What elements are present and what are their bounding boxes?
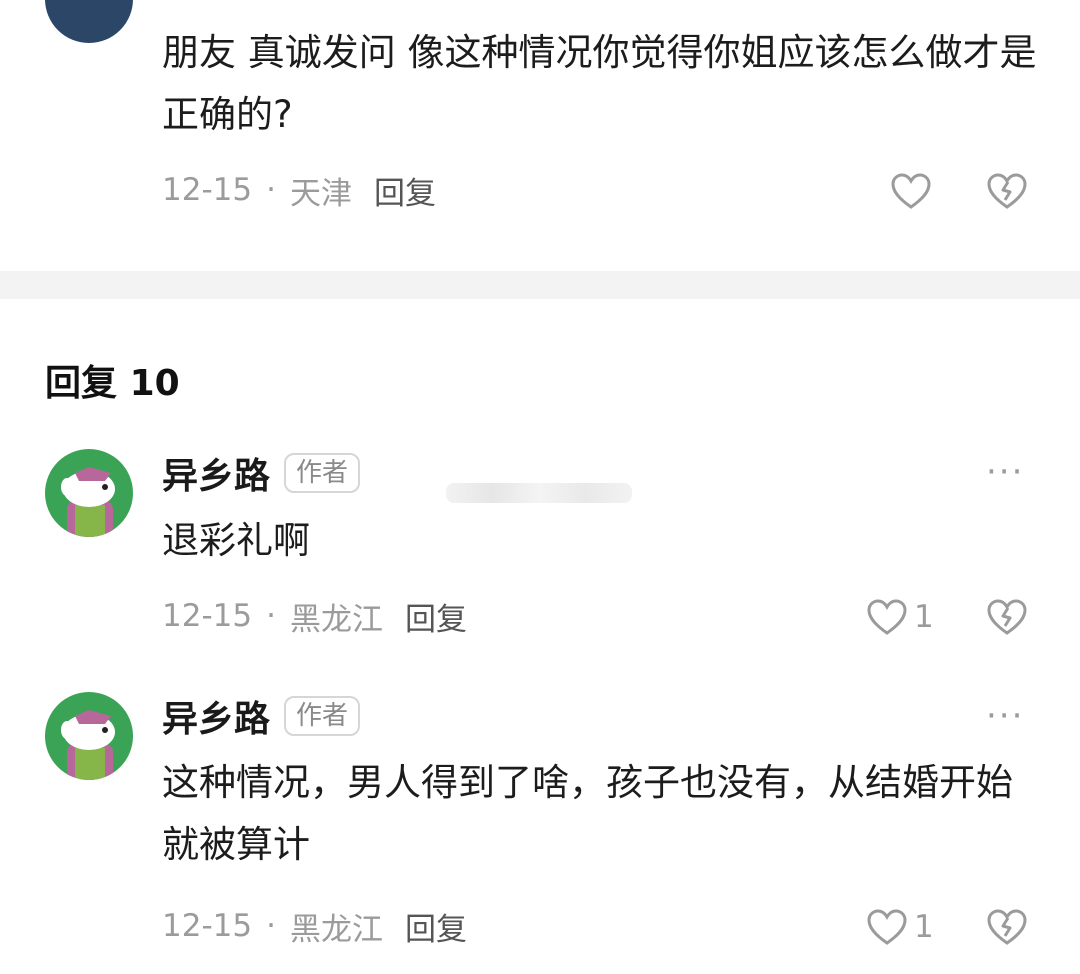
like-count: 1	[914, 909, 934, 945]
like-button[interactable]: 1	[866, 598, 934, 636]
broken-heart-icon	[987, 599, 1027, 635]
username[interactable]: 异乡路	[162, 690, 270, 742]
broken-heart-icon	[987, 909, 1027, 945]
blurred-content	[446, 483, 632, 503]
replies-header-label: 回复	[45, 363, 118, 404]
main-comment-text: 朋友 真诚发问 像这种情况你觉得你姐应该怎么做才是正确的?	[162, 31, 1037, 136]
meta-separator: ·	[266, 908, 276, 944]
reply-meta: 12-15 · 黑龙江 回复	[162, 904, 467, 948]
like-button[interactable]	[890, 172, 932, 210]
reply-text: 这种情况，男人得到了啥，孩子也没有，从结婚开始就被算计	[162, 761, 1013, 866]
broken-heart-icon	[987, 173, 1027, 209]
more-options-icon[interactable]: ···	[986, 696, 1024, 736]
comment-location: 黑龙江	[289, 601, 383, 638]
reply-button[interactable]: 回复	[374, 168, 436, 213]
reply-header: 异乡路 作者	[162, 690, 361, 742]
heart-outline-icon	[867, 909, 907, 945]
avatar[interactable]	[45, 449, 133, 537]
reply-button[interactable]: 回复	[405, 904, 467, 949]
reply-button[interactable]: 回复	[405, 594, 467, 639]
dislike-button[interactable]	[986, 908, 1028, 946]
like-button[interactable]: 1	[866, 908, 934, 946]
like-count: 1	[914, 599, 934, 635]
replies-header: 回复 10	[45, 354, 180, 406]
reply-text: 退彩礼啊	[162, 519, 310, 562]
reply-header: 异乡路 作者	[162, 447, 361, 499]
comment-date: 12-15	[162, 172, 253, 208]
section-divider	[0, 271, 1080, 299]
avatar[interactable]	[45, 692, 133, 780]
more-options-icon[interactable]: ···	[986, 452, 1024, 492]
meta-separator: ·	[266, 598, 276, 634]
author-badge: 作者	[284, 453, 361, 493]
username[interactable]: 异乡路	[162, 447, 270, 499]
meta-separator: ·	[266, 172, 276, 208]
avatar-image	[61, 467, 115, 537]
comment-location: 天津	[289, 175, 352, 212]
comment-date: 12-15	[162, 908, 253, 944]
comment-location: 黑龙江	[289, 911, 383, 948]
main-comment-meta: 12-15 · 天津 回复	[162, 168, 436, 212]
author-badge: 作者	[284, 696, 361, 736]
comment-date: 12-15	[162, 598, 253, 634]
heart-outline-icon	[891, 173, 931, 209]
dislike-button[interactable]	[986, 172, 1028, 210]
dislike-button[interactable]	[986, 598, 1028, 636]
avatar-image	[61, 710, 115, 780]
replies-count: 10	[129, 363, 180, 404]
heart-outline-icon	[867, 599, 907, 635]
reply-meta: 12-15 · 黑龙江 回复	[162, 594, 467, 638]
avatar-main[interactable]	[45, 0, 133, 43]
